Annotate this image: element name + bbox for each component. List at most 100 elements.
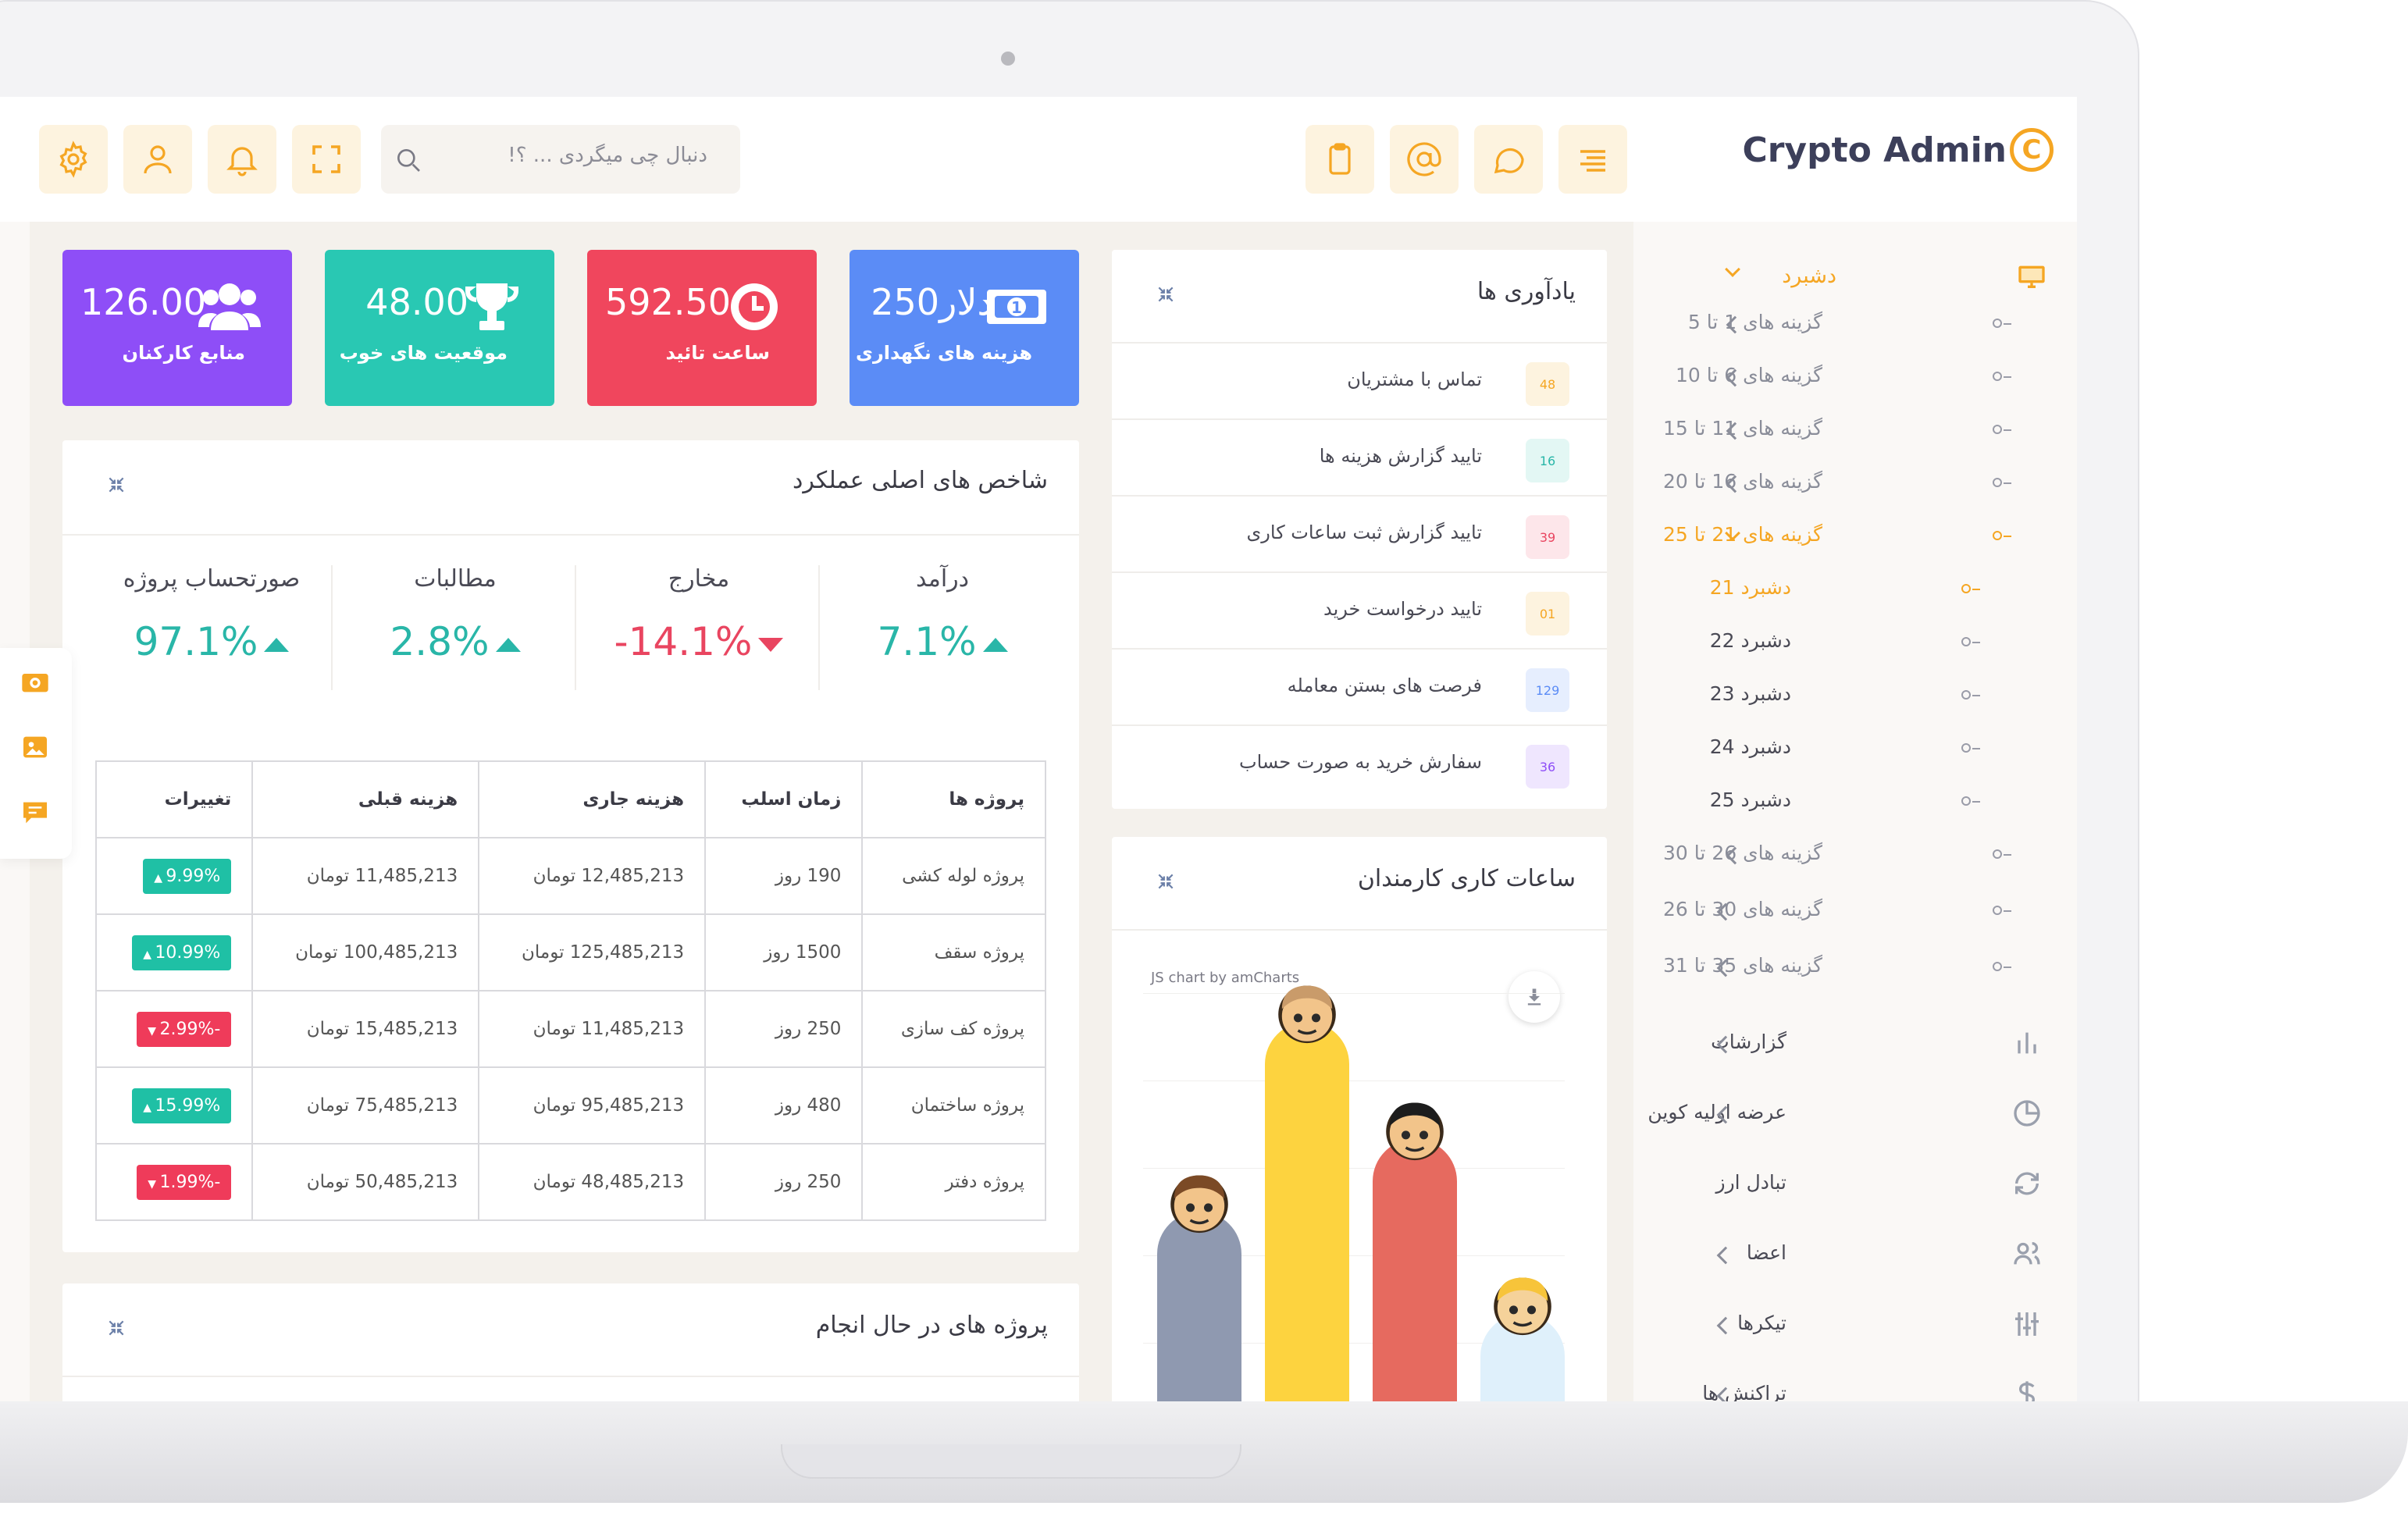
projects-table: پروژه ها زمان اسلب هزینه جاری هزینه قبلی…	[94, 760, 1046, 1221]
kpi-expenses: مخارج -14.1%	[578, 565, 820, 664]
change-badge: 10.99% ▲	[132, 934, 232, 970]
at-icon	[1407, 142, 1441, 176]
collapse-icon[interactable]	[106, 475, 126, 495]
mentions-button[interactable]	[1390, 125, 1459, 194]
reminder-text: تایید درخواست خرید	[1323, 598, 1482, 620]
reminder-item[interactable]: تایید درخواست خرید 01	[1112, 571, 1607, 648]
change-value: -2.99%	[159, 1019, 221, 1039]
sidebar-menu-item[interactable]: تیکرها	[1737, 1312, 1786, 1334]
reminder-item[interactable]: فرصت های بستن معامله 129	[1112, 648, 1607, 724]
change-badge: 15.99% ▲	[132, 1088, 232, 1123]
collapse-icon[interactable]	[1156, 284, 1176, 304]
trend-up-icon	[495, 637, 521, 652]
reminder-item[interactable]: سفارش خرید به صورت حساب 36	[1112, 724, 1607, 801]
sidebar-group-item[interactable]: گزینه های 21 تا 25	[1663, 523, 1822, 546]
stat-value: 126.00	[80, 281, 206, 323]
kpi-label: مخارج	[668, 565, 730, 593]
chart-bar[interactable]	[1373, 1138, 1457, 1402]
chart-bar[interactable]	[1265, 1022, 1349, 1402]
current-cost-cell: 11,485,213 تومان	[478, 990, 707, 1068]
reminder-count-badge: 129	[1526, 668, 1569, 712]
sidebar-group-item[interactable]: گزینه های 6 تا 10	[1676, 364, 1822, 386]
menu-toggle-button[interactable]	[1558, 125, 1627, 194]
sidebar-menu-item[interactable]: اعضا	[1747, 1241, 1786, 1264]
image-tool-button[interactable]	[17, 729, 53, 765]
brand-logo[interactable]: Crypto Admin C	[1742, 128, 2054, 172]
search-input[interactable]: دنبال چی میگردی ... ؟!	[508, 144, 707, 167]
sidebar-group-item[interactable]: گزینه های 35 تا 31	[1663, 954, 1822, 977]
arrow-down-icon: ▼	[148, 1024, 160, 1038]
sidebar-menu-item[interactable]: تبادل ارز	[1716, 1171, 1786, 1194]
camera-icon	[22, 674, 48, 692]
change-badge: -2.99% ▼	[137, 1011, 232, 1047]
time-cell: 1500 روز	[704, 913, 864, 991]
table-row: پروژه کف سازی 250 روز 11,485,213 تومان 15,4…	[94, 990, 1046, 1068]
current-cost-cell: 125,485,213 تومان	[478, 913, 707, 991]
trend-down-icon	[758, 637, 784, 652]
bullet-icon	[1961, 796, 1971, 806]
users-icon	[198, 283, 261, 330]
previous-cost-cell: 15,485,213 تومان	[251, 990, 480, 1068]
sidebar-sub-item[interactable]: دشبرد 23	[1710, 682, 1791, 705]
messages-button[interactable]	[1474, 125, 1543, 194]
reminder-text: تماس با مشتریان	[1347, 368, 1482, 390]
sidebar-item-dashboard[interactable]: دشبرد	[1782, 264, 1836, 288]
sidebar-group-item[interactable]: گزینه های 16 تا 20	[1663, 470, 1822, 493]
reminder-text: تایید گزارش ثبت ساعات کاری	[1246, 522, 1483, 543]
fullscreen-button[interactable]	[292, 125, 361, 194]
stat-value: 250دلار	[871, 281, 993, 323]
stat-label: موقعیت های خوب	[339, 342, 508, 364]
stat-label: هزینه های نگهداری	[855, 342, 1032, 364]
change-value: 9.99%	[166, 866, 221, 886]
column-header: هزینه قبلی	[251, 760, 480, 838]
reminder-item[interactable]: تایید گزارش ثبت ساعات کاری 39	[1112, 495, 1607, 571]
stat-card-maintenance[interactable]: 250دلار هزینه های نگهداری 1	[850, 250, 1079, 406]
sidebar-menu-item[interactable]: عرضه اولیه کوین	[1647, 1101, 1786, 1123]
stat-label: منابع کارکنان	[122, 342, 245, 364]
chevron-down-icon[interactable]	[1725, 262, 1740, 277]
bullet-icon	[1993, 849, 2002, 859]
settings-button[interactable]	[39, 125, 108, 194]
bullet-icon	[1993, 531, 2002, 540]
sidebar-sub-item[interactable]: دشبرد 22	[1710, 629, 1791, 652]
pie-chart-icon	[2014, 1100, 2040, 1127]
collapse-icon[interactable]	[1156, 871, 1176, 892]
chart-bar[interactable]	[1157, 1212, 1241, 1402]
sidebar-group-item[interactable]: گزینه های 30 تا 26	[1663, 898, 1822, 920]
clipboard-button[interactable]	[1306, 125, 1374, 194]
time-cell: 250 روز	[704, 990, 864, 1068]
bullet-dash	[2004, 536, 2011, 537]
bullet-dash	[1972, 801, 1980, 803]
sidebar-group-item[interactable]: گزینه های 11 تا 15	[1663, 417, 1822, 440]
projects-in-progress-card: پروژه های در حال انجام	[62, 1283, 1079, 1402]
bullet-dash	[1972, 695, 1980, 696]
camera-tool-button[interactable]	[17, 664, 53, 700]
dollar-icon	[2018, 1381, 2036, 1402]
collapse-icon[interactable]	[106, 1318, 126, 1338]
stat-card-staff[interactable]: 126.00 منابع کارکنان	[62, 250, 292, 406]
time-cell: 480 روز	[704, 1066, 864, 1145]
chevron-left-icon[interactable]	[1716, 1316, 1735, 1335]
bullet-icon	[1961, 690, 1971, 700]
sidebar-menu-item[interactable]: تراکنش ها	[1702, 1382, 1786, 1402]
avatar-icon	[1386, 1102, 1444, 1160]
search-box[interactable]: دنبال چی میگردی ... ؟!	[381, 125, 740, 194]
sidebar-sub-item[interactable]: دشبرد 25	[1710, 789, 1791, 811]
sidebar-sub-item[interactable]: دشبرد 24	[1710, 735, 1791, 758]
chat-tool-button[interactable]	[17, 795, 53, 831]
stat-card-hours[interactable]: 592.50 ساعت تائید	[587, 250, 817, 406]
gear-icon	[59, 141, 87, 178]
notifications-button[interactable]	[208, 125, 276, 194]
sidebar-group-item[interactable]: گزینه های 1 تا 5	[1688, 311, 1822, 333]
stat-card-positions[interactable]: 48.00 موقعیت های خوب	[325, 250, 554, 406]
kpi-revenue: درآمد 7.1%	[821, 565, 1063, 664]
reminder-item[interactable]: تایید گزارش هزینه ها 16	[1112, 418, 1607, 495]
gridline	[1143, 993, 1565, 994]
bar-chart-icon	[2018, 1032, 2036, 1054]
sidebar-sub-item[interactable]: دشبرد 21	[1710, 576, 1791, 599]
chevron-left-icon[interactable]	[1716, 1246, 1735, 1265]
reminder-item[interactable]: تماس با مشتریان 48	[1112, 342, 1607, 418]
sidebar-group-item[interactable]: گزینه های 26 تا 30	[1663, 842, 1822, 864]
kpi-value-text: 97.1%	[134, 619, 258, 664]
profile-button[interactable]	[123, 125, 192, 194]
